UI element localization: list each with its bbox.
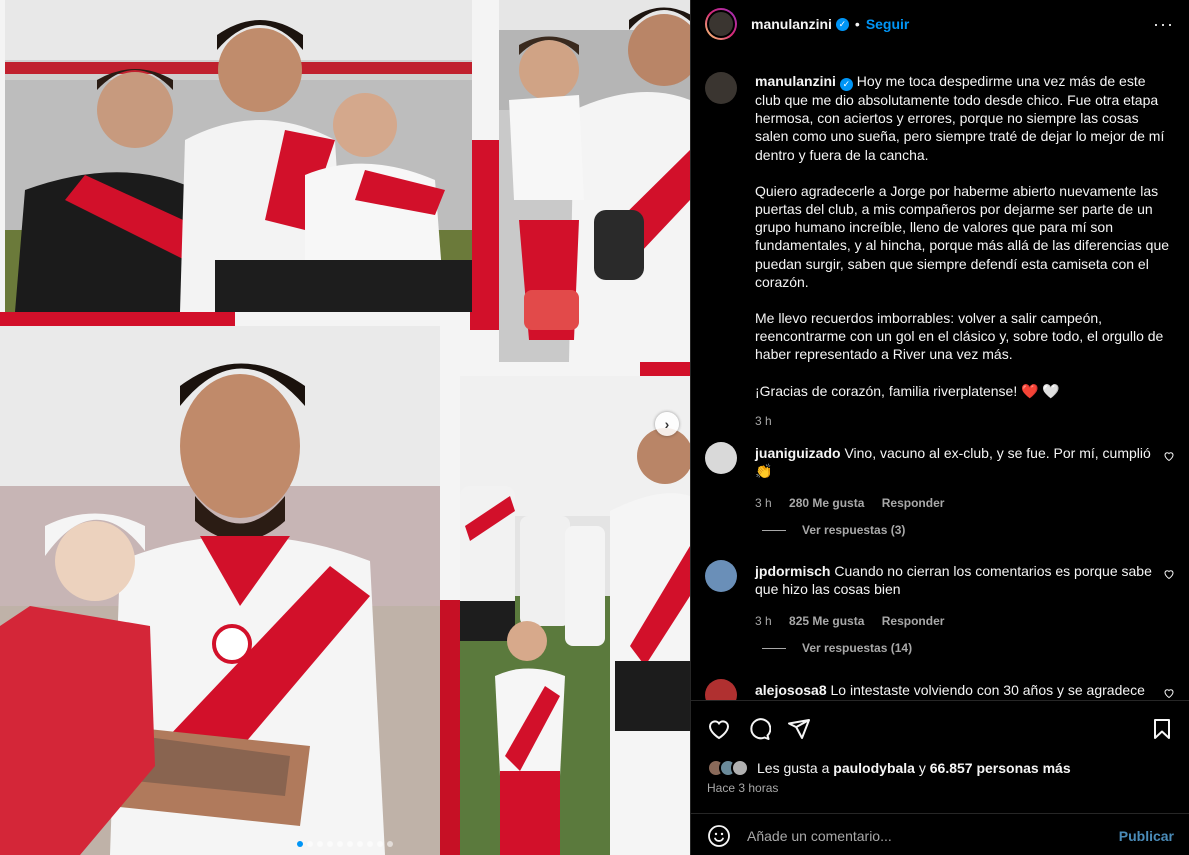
comment-input[interactable]: [747, 827, 1119, 844]
carousel-dot: [327, 841, 333, 847]
comment-username[interactable]: juaniguizado: [755, 445, 841, 461]
more-options-icon[interactable]: ···: [1153, 14, 1174, 35]
carousel-dot: [367, 841, 373, 847]
red-stripe-decoration: [0, 312, 235, 326]
like-comment-heart-icon[interactable]: [1163, 450, 1175, 462]
share-send-icon[interactable]: [787, 717, 811, 741]
reply-button[interactable]: Responder: [882, 614, 945, 628]
avatar[interactable]: [705, 72, 737, 104]
red-stripe-decoration: [440, 600, 460, 855]
comment-item: juaniguizado Vino, vacuno al ex-club, y …: [705, 442, 1175, 512]
publish-comment-button[interactable]: Publicar: [1119, 828, 1174, 844]
caption-username[interactable]: manulanzini: [755, 73, 836, 89]
post-caption: manulanzini ✓ Hoy me toca despedirme una …: [705, 72, 1175, 430]
avatar[interactable]: [705, 560, 737, 592]
carousel-indicator: [0, 841, 690, 847]
author-username[interactable]: manulanzini: [751, 16, 832, 32]
comment-timestamp[interactable]: 3 h: [755, 614, 772, 628]
liker-avatar: [731, 759, 749, 777]
caption-paragraph: Quiero agradecerle a Jorge por haberme a…: [755, 182, 1170, 290]
likes-user[interactable]: paulodybala: [833, 760, 915, 776]
add-comment-box: Publicar: [691, 813, 1189, 855]
divider-line: [762, 529, 786, 531]
caption-timestamp[interactable]: 3 h: [755, 412, 1175, 430]
view-replies-button[interactable]: Ver respuestas (14): [762, 641, 912, 655]
bookmark-save-icon[interactable]: [1150, 717, 1174, 741]
follow-button[interactable]: Seguir: [866, 16, 910, 32]
comment-meta: 3 h 280 Me gusta Responder: [755, 494, 1155, 512]
post-media[interactable]: ›: [0, 0, 690, 855]
carousel-dot: [347, 841, 353, 847]
photo-player-child-top-right: [499, 0, 690, 362]
red-stripe-decoration: [640, 362, 690, 376]
emoji-picker-icon[interactable]: [707, 824, 731, 848]
like-comment-heart-icon[interactable]: [1163, 687, 1175, 699]
likes-conj: y: [918, 760, 926, 776]
carousel-next-button[interactable]: ›: [655, 412, 679, 436]
caption-paragraph: Me llevo recuerdos imborrables: volver a…: [755, 310, 1164, 363]
action-buttons: [707, 717, 811, 741]
caption-paragraph: ¡Gracias de corazón, familia riverplaten…: [755, 382, 1060, 399]
carousel-dot: [307, 841, 313, 847]
carousel-dot: [387, 841, 393, 847]
comment-likes[interactable]: 825 Me gusta: [789, 614, 864, 628]
red-stripe-decoration: [470, 140, 500, 330]
verified-badge-icon: ✓: [835, 17, 849, 31]
comment-meta: 3 h 825 Me gusta Responder: [755, 612, 1155, 630]
comment-username[interactable]: alejososa8: [755, 682, 827, 698]
view-replies-button[interactable]: Ver respuestas (3): [762, 523, 905, 537]
comment-text: Lo intestaste volviendo con 30 años y se…: [830, 682, 1145, 698]
reply-button[interactable]: Responder: [882, 496, 945, 510]
view-replies-label: Ver respuestas (14): [802, 641, 913, 655]
post-timestamp[interactable]: Hace 3 horas: [707, 781, 778, 795]
post-header: manulanzini ✓ • Seguir ···: [691, 0, 1189, 48]
like-comment-heart-icon[interactable]: [1163, 568, 1175, 580]
carousel-dot: [377, 841, 383, 847]
carousel-dot: [337, 841, 343, 847]
post-actions-section: Les gusta a paulodybala y 66.857 persona…: [691, 700, 1189, 855]
like-heart-icon[interactable]: [707, 717, 731, 741]
comment-item: jpdormisch Cuando no cierran los comenta…: [705, 560, 1175, 630]
carousel-dot: [357, 841, 363, 847]
comment-bubble-icon[interactable]: [747, 717, 771, 741]
comment-timestamp[interactable]: 3 h: [755, 496, 772, 510]
post-info-panel: manulanzini ✓ • Seguir ··· manulanzini ✓ …: [690, 0, 1189, 855]
verified-badge-icon: ✓: [839, 78, 853, 91]
comment-likes[interactable]: 280 Me gusta: [789, 496, 864, 510]
divider-line: [762, 647, 786, 649]
carousel-dot: [297, 841, 303, 847]
view-replies-label: Ver respuestas (3): [802, 523, 906, 537]
photo-team-walking-bottom-right: [460, 376, 690, 855]
carousel-dot: [317, 841, 323, 847]
separator-dot: •: [854, 16, 860, 32]
avatar[interactable]: [705, 8, 737, 40]
comment-username[interactable]: jpdormisch: [755, 563, 830, 579]
likes-prefix: Les gusta a: [757, 760, 830, 776]
avatar[interactable]: [705, 442, 737, 474]
likes-summary[interactable]: Les gusta a paulodybala y 66.857 persona…: [707, 759, 1071, 777]
likes-others[interactable]: 66.857 personas más: [930, 760, 1071, 776]
photo-player-baby-bottom-left: [0, 326, 440, 855]
chevron-right-icon: ›: [664, 416, 670, 432]
caption-text: manulanzini ✓ Hoy me toca despedirme una …: [755, 72, 1175, 430]
photo-family-top-left: [5, 0, 472, 312]
